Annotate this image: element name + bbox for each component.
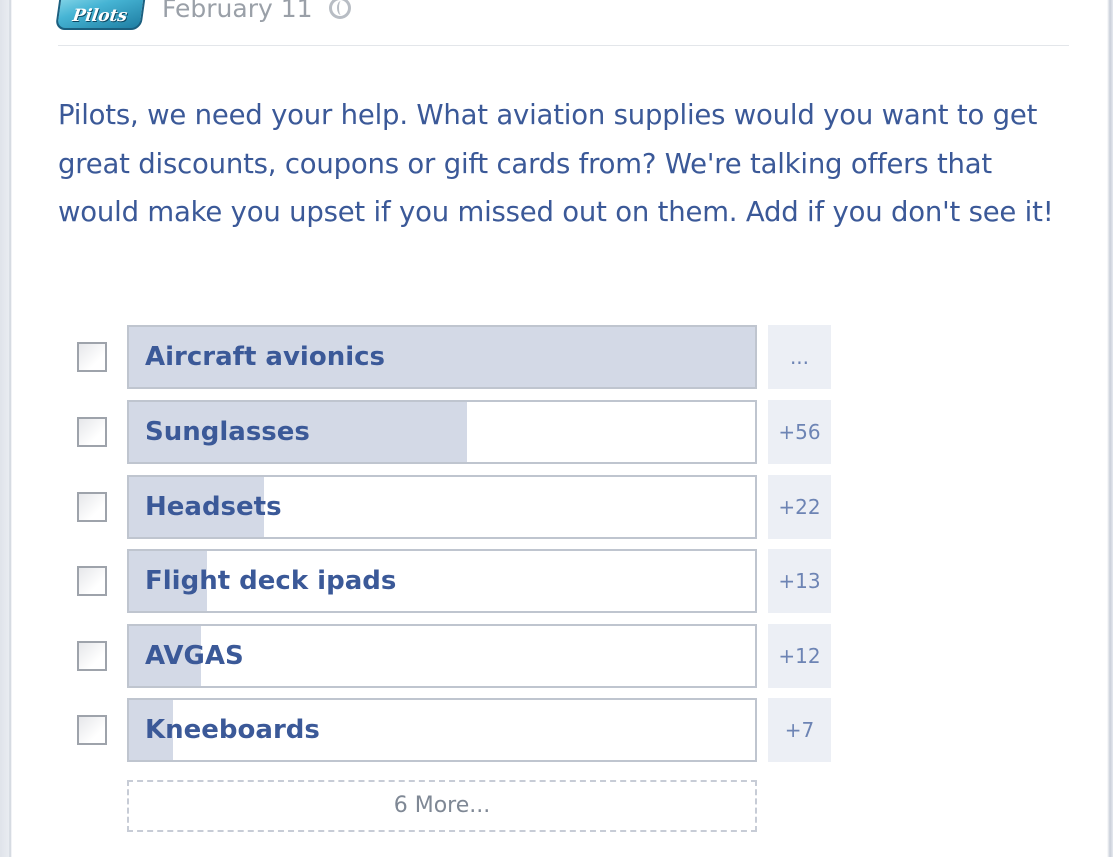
poll-option-voters[interactable]: ... bbox=[768, 325, 831, 389]
more-options-button[interactable]: 6 More... bbox=[127, 780, 757, 832]
poll-option-voters[interactable]: +22 bbox=[768, 475, 831, 539]
page-logo[interactable]: Pilots bbox=[54, 0, 148, 30]
poll-option-checkbox[interactable] bbox=[77, 417, 107, 447]
poll-option-bar[interactable]: Headsets bbox=[127, 475, 757, 539]
poll-option-label: AVGAS bbox=[145, 641, 244, 671]
post-date[interactable]: February 11 bbox=[162, 0, 313, 23]
poll-option-bar[interactable]: Sunglasses bbox=[127, 400, 757, 464]
poll-option-label: Aircraft avionics bbox=[145, 342, 386, 372]
poll-option-label: Flight deck ipads bbox=[145, 566, 397, 596]
poll-option-bar[interactable]: Aircraft avionics bbox=[127, 325, 757, 389]
post-header: Pilots February 11 bbox=[54, 0, 351, 32]
poll-option-voters[interactable]: +13 bbox=[768, 549, 831, 613]
poll-option-bar[interactable]: AVGAS bbox=[127, 624, 757, 688]
left-frame-border bbox=[0, 0, 12, 857]
globe-icon bbox=[328, 0, 351, 19]
poll-option-label: Sunglasses bbox=[145, 417, 310, 447]
poll-option-label: Kneeboards bbox=[145, 715, 320, 745]
poll-option-checkbox[interactable] bbox=[77, 641, 107, 671]
poll-option-label: Headsets bbox=[145, 492, 282, 522]
poll-option-voters[interactable]: +7 bbox=[768, 698, 831, 762]
poll-option-bar[interactable]: Kneeboards bbox=[127, 698, 757, 762]
poll-option-checkbox[interactable] bbox=[77, 342, 107, 372]
poll-option-checkbox[interactable] bbox=[77, 566, 107, 596]
right-frame-border bbox=[1107, 0, 1113, 857]
poll-option-bar[interactable]: Flight deck ipads bbox=[127, 549, 757, 613]
header-divider bbox=[58, 45, 1069, 46]
page-logo-text: Pilots bbox=[71, 6, 129, 26]
poll-option-checkbox[interactable] bbox=[77, 492, 107, 522]
poll-option-checkbox[interactable] bbox=[77, 715, 107, 745]
poll-option-voters[interactable]: +12 bbox=[768, 624, 831, 688]
post-message: Pilots, we need your help. What aviation… bbox=[58, 99, 1054, 228]
poll-option-voters[interactable]: +56 bbox=[768, 400, 831, 464]
